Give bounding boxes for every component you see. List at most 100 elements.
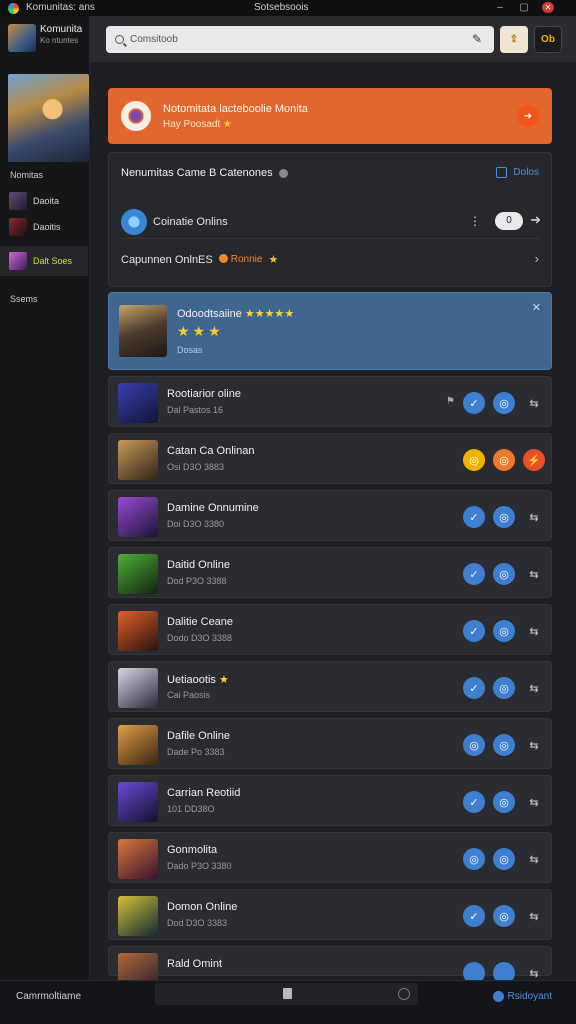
featured-game-art — [119, 305, 167, 357]
search-input[interactable]: Comsitoob ✎ — [106, 26, 494, 53]
game-row[interactable]: Dafile Online Dade Po 3383 ◎ ◎ ⇆ — [108, 718, 552, 769]
profile[interactable]: Komunita Ko ntuntes — [8, 24, 82, 52]
sidebar-footer-label[interactable]: Ssems — [10, 294, 38, 304]
featured-subtitle: Dosas — [177, 345, 203, 355]
more-label: Dolos — [513, 167, 539, 178]
share-action-icon[interactable]: ⇆ — [523, 905, 545, 927]
target-action-icon[interactable]: ◎ — [493, 506, 515, 528]
game-row[interactable]: Gonmolita Dado P3O 3380 ◎ ◎ ⇆ — [108, 832, 552, 883]
check-action-icon[interactable]: ◎ — [463, 848, 485, 870]
target-action-icon[interactable]: ◎ — [493, 791, 515, 813]
arrow-right-icon[interactable]: ➜ — [530, 212, 541, 228]
chevron-right-icon[interactable]: › — [535, 251, 539, 266]
gold-button[interactable]: Ob — [534, 26, 562, 53]
target-action-icon[interactable]: ◎ — [493, 563, 515, 585]
check-action-icon[interactable]: ✓ — [463, 392, 485, 414]
game-row[interactable]: Dalitie Ceane Dodo D3O 3388 ✓ ◎ ⇆ — [108, 604, 552, 655]
online-section: Nenumitas Came B Catenones Dolos Coinati… — [108, 152, 552, 287]
maximize-icon[interactable]: ▢ — [518, 2, 530, 13]
check-action-icon[interactable]: ✓ — [463, 791, 485, 813]
check-action-icon[interactable]: ✓ — [463, 905, 485, 927]
target-action-icon[interactable]: ◎ — [493, 848, 515, 870]
check-action-icon[interactable]: ✓ — [463, 620, 485, 642]
count-toggle[interactable]: 0 — [495, 212, 523, 230]
info-icon[interactable] — [278, 168, 288, 178]
bottom-search-field[interactable] — [155, 983, 418, 1005]
flag-icon[interactable]: ⚑ — [446, 396, 455, 407]
sidebar: Komunita Ko ntuntes Nomitas Daoita Daoit… — [0, 16, 90, 980]
pen-icon[interactable]: ✎ — [472, 33, 484, 45]
game-thumbnail — [118, 668, 158, 708]
star-icon: ★ — [218, 674, 229, 686]
minimize-icon[interactable]: – — [494, 2, 506, 13]
game-row[interactable]: Daitid Online Dod P3O 3388 ✓ ◎ ⇆ — [108, 547, 552, 598]
banner-title: Notomitata lacteboolie Monita — [163, 102, 308, 115]
game-name-text: Rald Omint — [167, 958, 223, 970]
share-action-icon[interactable]: ⇆ — [523, 791, 545, 813]
close-icon[interactable]: ✕ — [532, 301, 541, 314]
share-action-icon[interactable]: ⚡ — [523, 449, 545, 471]
game-name: Rootiarior oline — [167, 388, 241, 400]
game-meta: Cai Paosis — [167, 690, 211, 700]
close-icon[interactable]: ✕ — [542, 2, 554, 13]
share-action-icon[interactable]: ⇆ — [523, 848, 545, 870]
share-action-icon[interactable]: ⇆ — [523, 677, 545, 699]
more-link[interactable]: Dolos — [496, 167, 539, 178]
online-row-primary[interactable]: Coinatie Onlins ⋮ 0 ➜ — [121, 205, 541, 239]
inbox-button[interactable]: ⇪ — [500, 26, 528, 53]
share-action-icon[interactable]: ⇆ — [523, 620, 545, 642]
game-name: Carrian Reotiid — [167, 787, 240, 799]
game-name-text: Damine Onnumine — [167, 502, 259, 514]
sidebar-section-label: Nomitas — [10, 170, 44, 180]
bottom-right-link[interactable]: Rsidoyant — [492, 991, 552, 1002]
share-action-icon[interactable]: ⇆ — [523, 392, 545, 414]
check-action-icon[interactable]: ◎ — [463, 449, 485, 471]
target-action-icon[interactable]: ◎ — [493, 905, 515, 927]
row-label: Capunnen OnlnES — [121, 253, 213, 266]
check-action-icon[interactable]: ✓ — [463, 563, 485, 585]
banner-go-button[interactable]: ➜ — [517, 105, 539, 127]
game-name: Dalitie Ceane — [167, 616, 233, 628]
more-options-icon[interactable]: ⋮ — [469, 214, 481, 228]
game-meta: Dod P3O 3388 — [167, 576, 227, 586]
title-stars: ★★★★★ — [244, 308, 295, 320]
promo-banner[interactable]: Notomitata lacteboolie Monita Hay Poosad… — [108, 88, 552, 144]
featured-game-card[interactable]: Odoodtsaiine ★★★★★ ★★★ Dosas ✕ — [108, 292, 552, 370]
sidebar-item-3[interactable]: Dalt Soes — [0, 246, 88, 276]
game-row[interactable]: Rootiarior oline Dal Pastos 16 ⚑ ✓ ◎ ⇆ — [108, 376, 552, 427]
lock-icon — [283, 988, 292, 999]
search-icon — [115, 35, 124, 44]
grid-icon — [496, 167, 508, 178]
target-action-icon[interactable]: ◎ — [493, 392, 515, 414]
check-action-icon[interactable]: ✓ — [463, 506, 485, 528]
target-action-icon[interactable]: ◎ — [493, 620, 515, 642]
share-action-icon[interactable]: ⇆ — [523, 506, 545, 528]
target-action-icon[interactable]: ◎ — [493, 449, 515, 471]
game-name: Uetiaootis ★ — [167, 673, 229, 686]
sidebar-item-label: Daoita — [33, 196, 60, 206]
game-thumbnail — [118, 782, 158, 822]
game-row[interactable]: Uetiaootis ★ Cai Paosis ✓ ◎ ⇆ — [108, 661, 552, 712]
game-name: Daitid Online — [167, 559, 230, 571]
bottom-left-label[interactable]: Camrmoltiame — [16, 991, 81, 1002]
game-thumbnail — [9, 218, 27, 236]
sidebar-item-2[interactable]: Daoitis — [0, 214, 88, 240]
sidebar-item-1[interactable]: Daoita — [0, 188, 88, 214]
share-action-icon[interactable]: ⇆ — [523, 563, 545, 585]
target-action-icon[interactable]: ◎ — [493, 677, 515, 699]
settings-icon[interactable] — [398, 988, 410, 1000]
game-row[interactable]: Domon Online Dod D3O 3383 ✓ ◎ ⇆ — [108, 889, 552, 940]
game-row[interactable]: Carrian Reotiid 101 DD38O ✓ ◎ ⇆ — [108, 775, 552, 826]
share-action-icon[interactable]: ⇆ — [523, 734, 545, 756]
hero-artwork — [8, 74, 89, 162]
main-content: Notomitata lacteboolie Monita Hay Poosad… — [90, 62, 576, 993]
game-meta: Osi D3O 3883 — [167, 462, 225, 472]
game-thumbnail — [118, 440, 158, 480]
game-row[interactable]: Catan Ca Onlinan Osi D3O 3883 ◎ ◎ ⚡ — [108, 433, 552, 484]
game-row[interactable]: Rald Omint ⇆ — [108, 946, 552, 993]
online-row-secondary[interactable]: Capunnen OnlnES Ronnie ★ — [121, 253, 278, 267]
check-action-icon[interactable]: ◎ — [463, 734, 485, 756]
check-action-icon[interactable]: ✓ — [463, 677, 485, 699]
target-action-icon[interactable]: ◎ — [493, 734, 515, 756]
game-row[interactable]: Damine Onnumine Doi D3O 3380 ✓ ◎ ⇆ — [108, 490, 552, 541]
